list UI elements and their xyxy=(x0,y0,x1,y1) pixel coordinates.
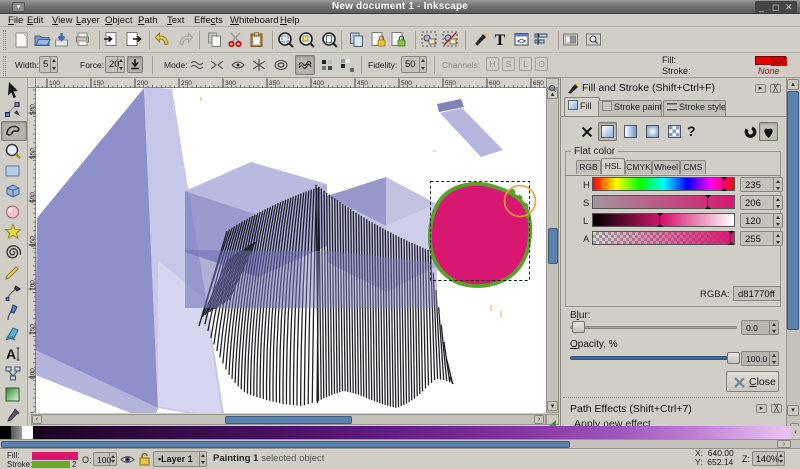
svg-text:650: 650 xyxy=(533,80,544,87)
svg-text:200: 200 xyxy=(137,80,148,87)
svg-text:500: 500 xyxy=(401,80,412,87)
svg-text:100: 100 xyxy=(49,80,60,87)
svg-text:450: 450 xyxy=(357,80,368,87)
svg-text:150: 150 xyxy=(93,80,104,87)
svg-text:250: 250 xyxy=(181,80,192,87)
svg-text:350: 350 xyxy=(269,80,280,87)
svg-text:A: A xyxy=(6,346,16,362)
svg-text:400: 400 xyxy=(313,80,324,87)
svg-text:300: 300 xyxy=(225,80,236,87)
svg-text:600: 600 xyxy=(489,80,500,87)
svg-text:T: T xyxy=(495,32,506,49)
svg-text:<>: <> xyxy=(517,37,526,46)
svg-text:550: 550 xyxy=(445,80,456,87)
